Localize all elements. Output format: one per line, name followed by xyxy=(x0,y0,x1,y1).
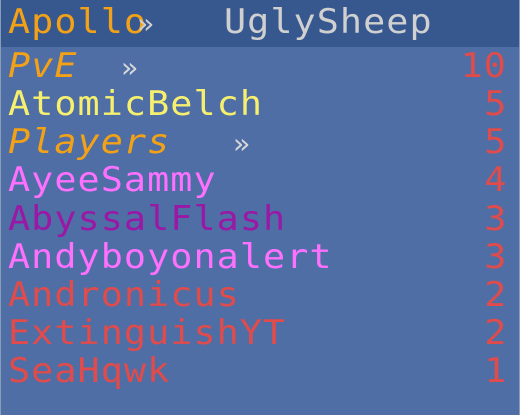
row-score: 2 xyxy=(483,313,507,353)
scoreboard-row-andronicus: Andronicus 2 xyxy=(1,277,519,314)
header-title-right: UglySheep xyxy=(224,2,433,42)
row-score: 10 xyxy=(460,46,507,86)
chevron-icon: » xyxy=(233,127,251,160)
row-score: 5 xyxy=(483,84,507,124)
scoreboard-row-abyssalflash: AbyssalFlash 3 xyxy=(1,201,519,238)
scoreboard-row-extinguishyt: ExtinguishYT 2 xyxy=(1,315,519,352)
scoreboard-header: Apollo » UglySheep xyxy=(1,0,519,47)
row-name: AtomicBelch xyxy=(8,84,264,124)
header-row: Apollo » UglySheep xyxy=(1,4,519,41)
row-name: Andyboyonalert xyxy=(8,237,333,277)
row-score: 5 xyxy=(483,122,507,162)
row-name: Players xyxy=(8,122,171,162)
scoreboard-row-andyboyonalert: Andyboyonalert 3 xyxy=(1,239,519,276)
scoreboard-row-pve: PvE » 10 xyxy=(1,48,519,85)
header-separator-icon: » xyxy=(137,7,155,40)
row-name: PvE xyxy=(8,46,78,86)
row-name: AyeeSammy xyxy=(8,160,217,200)
chevron-icon: » xyxy=(121,51,139,84)
scoreboard-row-atomicbelch: AtomicBelch 5 xyxy=(1,86,519,123)
scoreboard-row-players: Players » 5 xyxy=(1,124,519,161)
row-score: 3 xyxy=(483,237,507,277)
scoreboard-row-ayeesammy: AyeeSammy 4 xyxy=(1,162,519,199)
row-score: 4 xyxy=(483,160,507,200)
scoreboard-row-seahqwk: SeaHqwk 1 xyxy=(1,353,519,390)
row-score: 1 xyxy=(483,351,507,391)
row-name: ExtinguishYT xyxy=(8,313,287,353)
row-name: Andronicus xyxy=(8,275,240,315)
row-score: 2 xyxy=(483,275,507,315)
scoreboard-panel: Apollo » UglySheep PvE » 10 AtomicBelch … xyxy=(0,0,520,415)
row-name: SeaHqwk xyxy=(8,351,171,391)
header-title-left: Apollo xyxy=(8,2,148,42)
row-score: 3 xyxy=(483,199,507,239)
row-name: AbyssalFlash xyxy=(8,199,287,239)
